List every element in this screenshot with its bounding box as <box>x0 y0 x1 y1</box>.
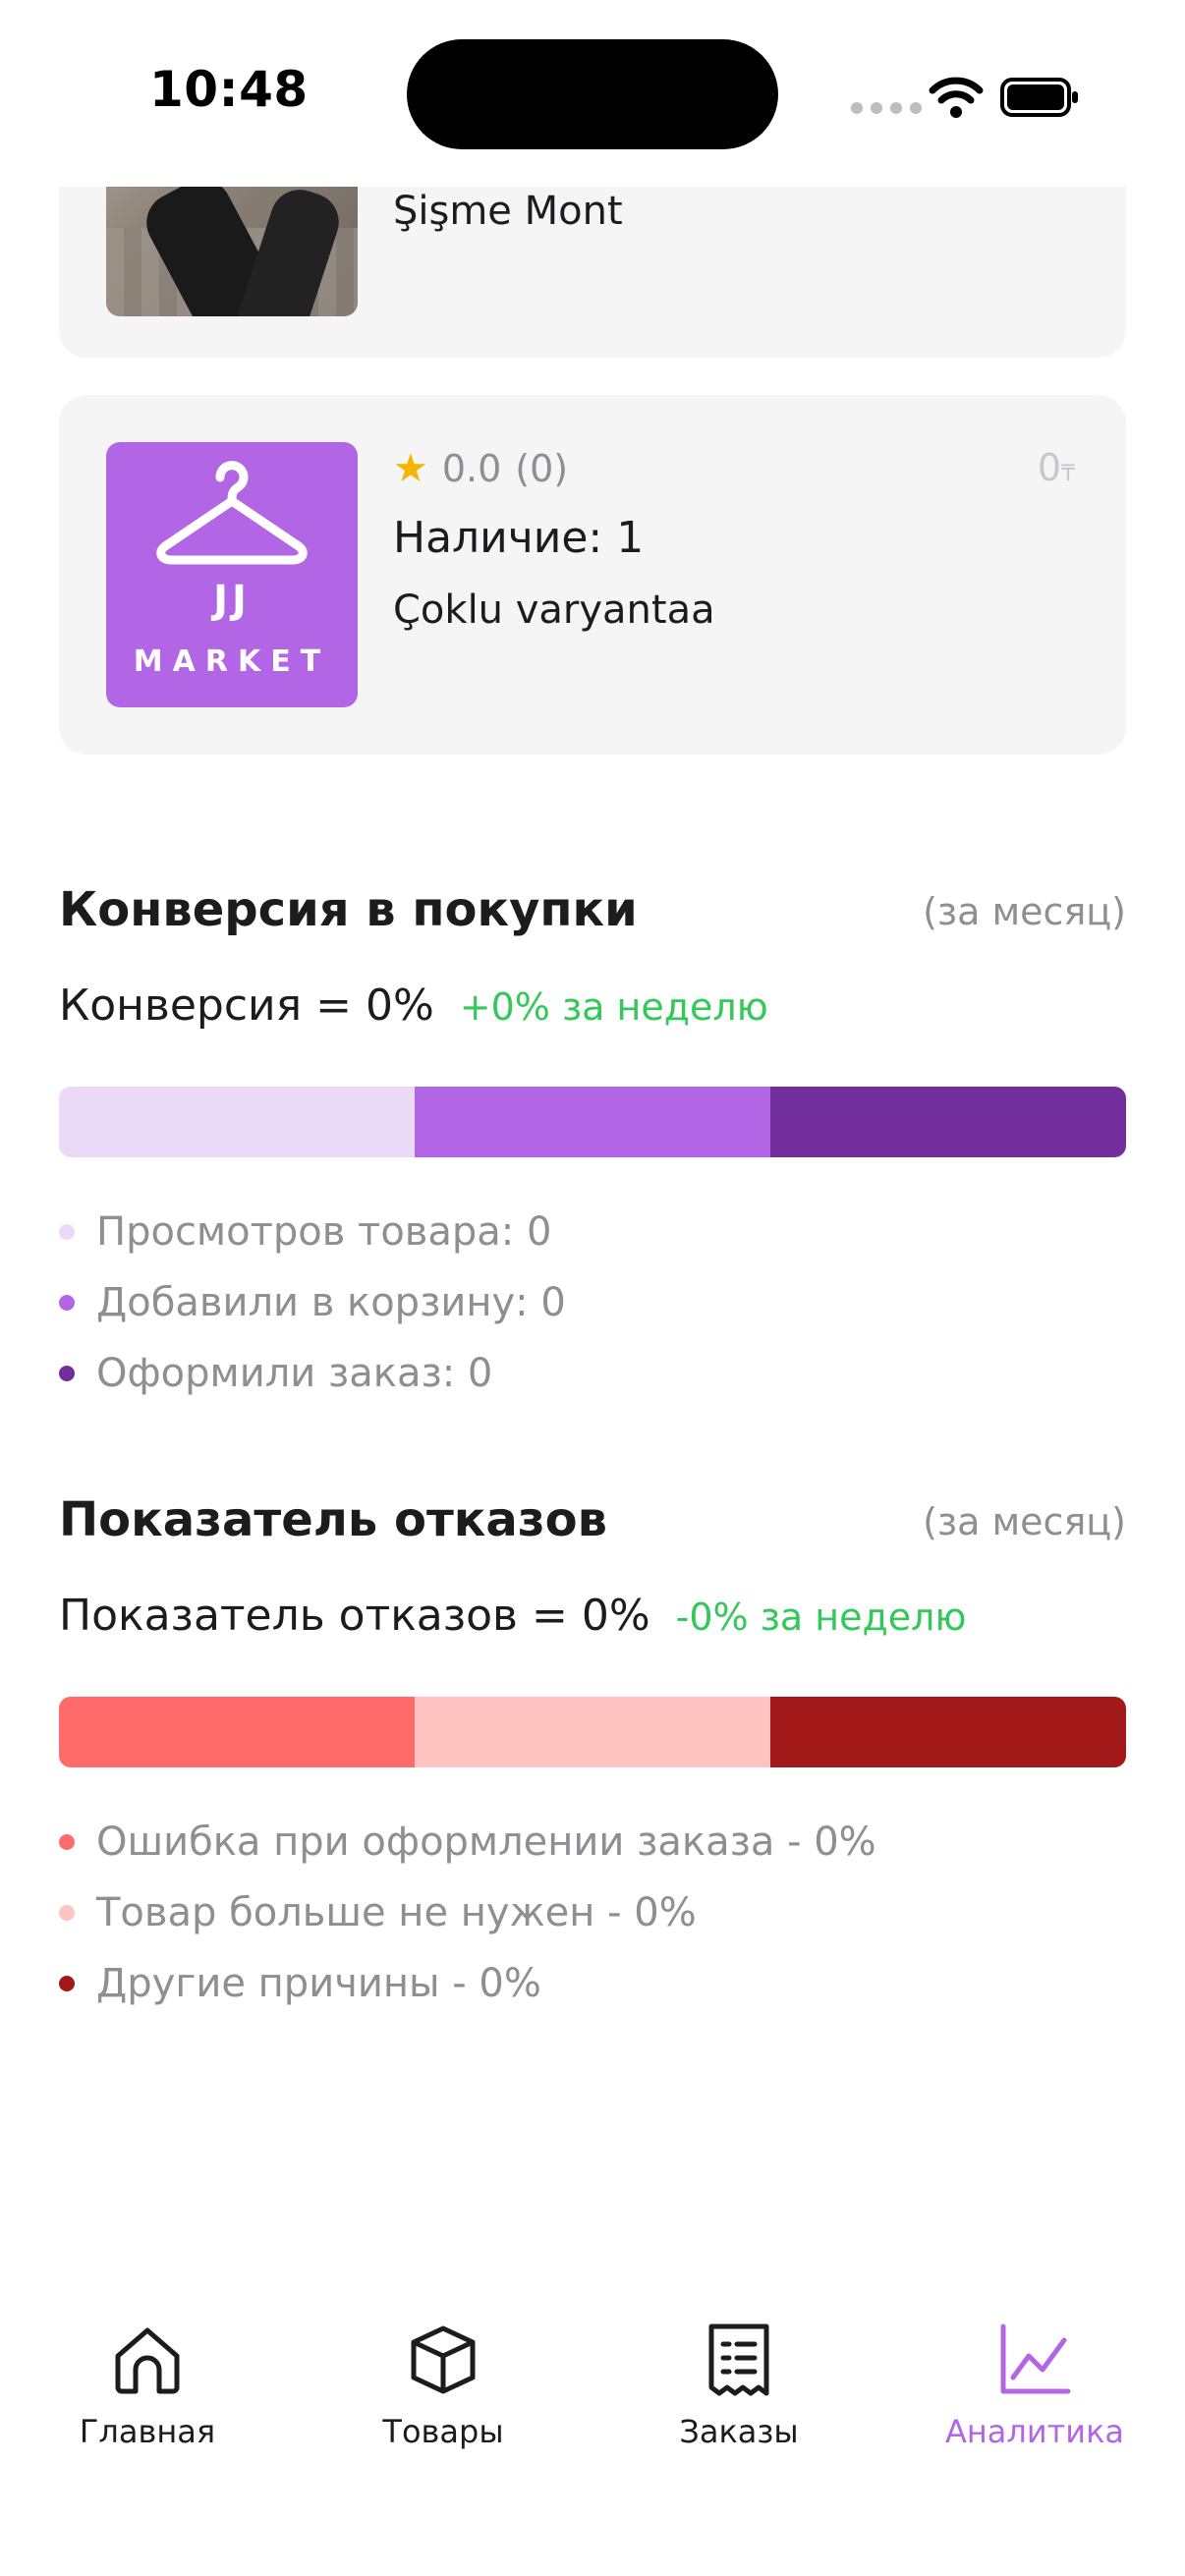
product-variant: Çoklu varyantaa <box>393 588 715 633</box>
tab-products[interactable]: Товары <box>325 2321 561 2450</box>
hanger-icon <box>156 461 308 565</box>
legend-item: Другие причины - 0% <box>59 1948 876 2019</box>
conversion-legend: Просмотров товара: 0 Добавили в корзину:… <box>59 1197 566 1409</box>
status-time: 10:48 <box>149 61 309 118</box>
other-reasons-segment <box>770 1697 1126 1767</box>
refusals-delta: -0% за неделю <box>675 1596 967 1639</box>
conversion-delta: +0% за неделю <box>459 985 768 1029</box>
conversion-period: (за месяц) <box>923 890 1126 933</box>
cart-segment <box>415 1087 770 1157</box>
dynamic-island <box>407 39 778 149</box>
signal-icon <box>851 102 922 114</box>
legend-item: Оформили заказ: 0 <box>59 1338 566 1409</box>
legend-item: Просмотров товара: 0 <box>59 1197 566 1267</box>
not-needed-segment <box>415 1697 770 1767</box>
tab-home[interactable]: Главная <box>29 2321 265 2450</box>
battery-icon <box>1000 78 1078 117</box>
views-segment <box>59 1087 415 1157</box>
product-card[interactable]: JJ MARKET ★ 0.0 (0) 0₸ Наличие: 1 Çoklu … <box>59 395 1126 755</box>
refusals-legend: Ошибка при оформлении заказа - 0% Товар … <box>59 1807 876 2019</box>
wifi-icon <box>929 77 984 118</box>
product-title: Şişme Mont <box>393 189 623 234</box>
legend-item: Товар больше не нужен - 0% <box>59 1877 876 1948</box>
refusals-title: Показатель отказов <box>59 1492 607 1547</box>
refusals-bar <box>59 1697 1126 1767</box>
tab-orders[interactable]: Заказы <box>621 2321 857 2450</box>
star-icon: ★ <box>393 446 428 491</box>
tab-analytics[interactable]: Аналитика <box>917 2321 1153 2450</box>
product-stock: Наличие: 1 <box>393 513 645 563</box>
refusals-period: (за месяц) <box>923 1500 1126 1543</box>
conversion-metric: Конверсия = 0% +0% за неделю <box>59 980 768 1031</box>
receipt-icon <box>708 2324 769 2396</box>
product-price: 0₸ <box>1037 446 1075 489</box>
home-icon <box>115 2327 180 2394</box>
orders-segment <box>770 1087 1126 1157</box>
refusals-metric: Показатель отказов = 0% -0% за неделю <box>59 1591 967 1641</box>
status-bar: 10:48 <box>0 0 1185 187</box>
conversion-funnel-bar <box>59 1087 1126 1157</box>
box-icon <box>411 2325 476 2394</box>
chart-line-icon <box>1000 2324 1071 2394</box>
store-logo: JJ MARKET <box>106 442 358 707</box>
legend-item: Добавили в корзину: 0 <box>59 1267 566 1338</box>
tab-bar: Главная Товары Заказы Аналитика <box>0 2299 1185 2476</box>
conversion-title: Конверсия в покупки <box>59 882 638 937</box>
product-rating: ★ 0.0 (0) <box>393 446 569 491</box>
checkout-error-segment <box>59 1697 415 1767</box>
legend-item: Ошибка при оформлении заказа - 0% <box>59 1807 876 1877</box>
